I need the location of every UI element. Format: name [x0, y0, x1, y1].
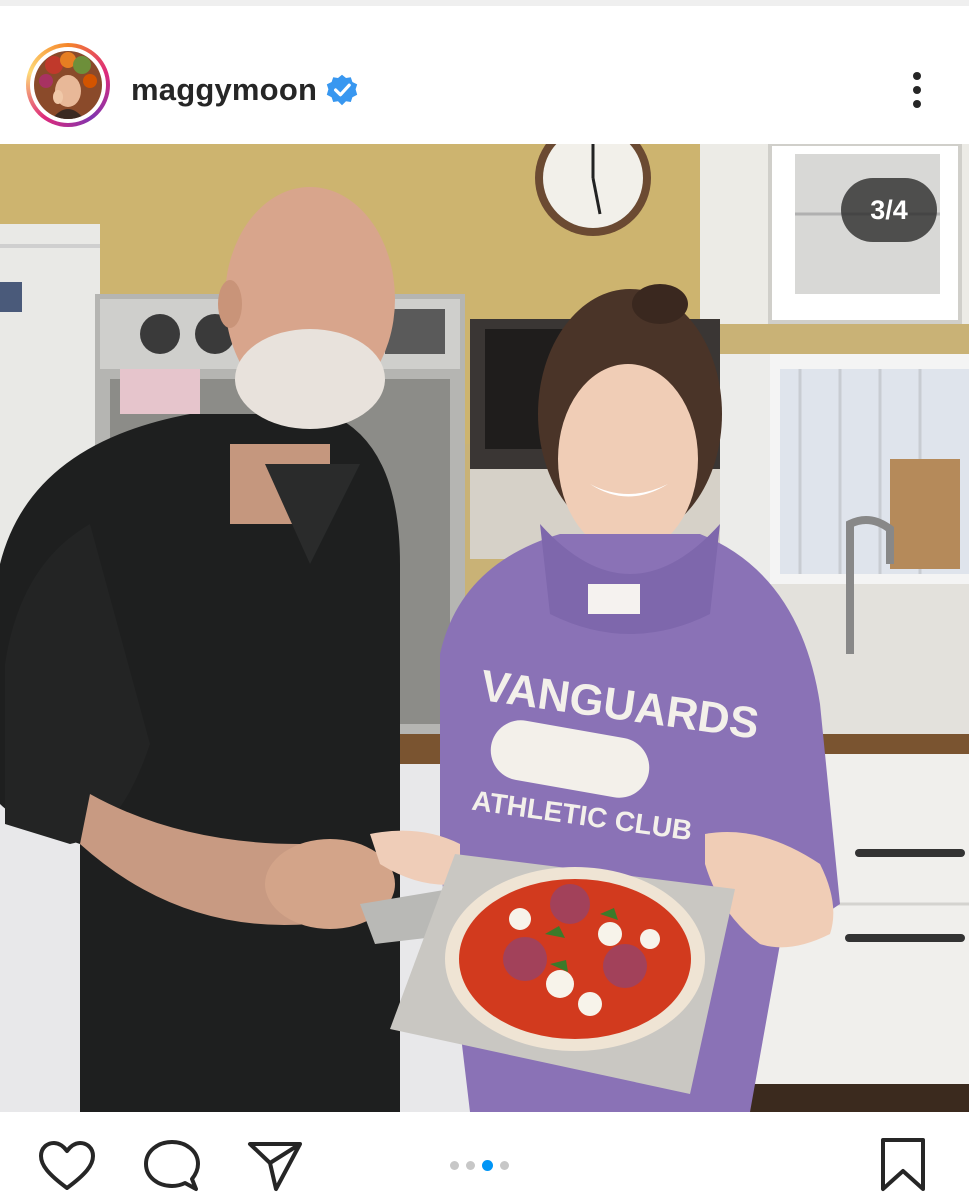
image-counter: 3/4 [841, 178, 937, 242]
post-header: maggymoon [0, 6, 969, 144]
heart-icon[interactable] [38, 1140, 96, 1192]
carousel-dot[interactable] [450, 1160, 459, 1170]
avatar[interactable] [26, 43, 110, 127]
carousel-dot-active[interactable] [482, 1159, 493, 1171]
username[interactable]: maggymoon [131, 72, 317, 108]
paper-plane-icon[interactable] [246, 1139, 304, 1193]
carousel-dot[interactable] [466, 1160, 475, 1170]
comment-icon[interactable] [143, 1139, 201, 1193]
more-options-icon[interactable] [901, 66, 933, 114]
post-image[interactable]: VANGUARDS ATHLETIC CLUB [0, 144, 969, 1112]
carousel-dot[interactable] [500, 1160, 509, 1170]
bookmark-icon[interactable] [878, 1137, 928, 1193]
action-bar [0, 1112, 969, 1200]
carousel-indicator [450, 1159, 509, 1171]
verified-badge-icon [326, 74, 358, 106]
